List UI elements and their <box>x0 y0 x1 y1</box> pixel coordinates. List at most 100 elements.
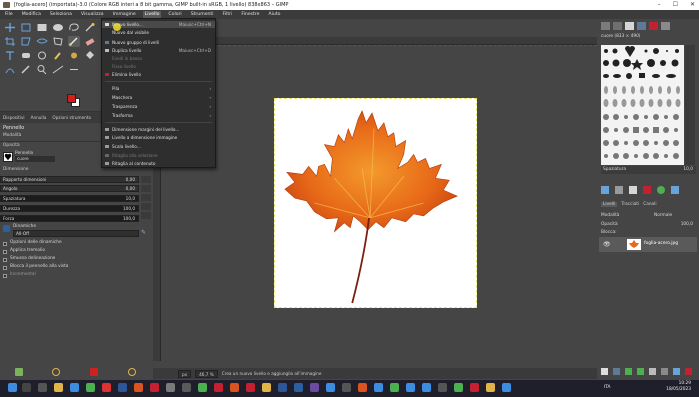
incremental-checkbox[interactable] <box>3 274 7 278</box>
brush-scrollbar[interactable] <box>685 45 695 165</box>
app-icon[interactable] <box>390 383 399 392</box>
palettes-tab-icon[interactable] <box>649 22 658 30</box>
align-tool-icon[interactable] <box>20 22 32 33</box>
brushes-tab-icon[interactable] <box>601 22 610 30</box>
spacing-field[interactable]: Spaziatura 10,0 <box>601 166 696 174</box>
fuzzy-select-icon[interactable] <box>84 22 96 33</box>
fonts-tab-icon[interactable] <box>625 22 634 30</box>
menu-item-layer-boundary-size[interactable]: Dimensione margini del livello... <box>102 126 215 133</box>
eye-icon[interactable]: 👁 <box>603 241 611 248</box>
gegl-tool-icon[interactable] <box>68 64 80 75</box>
new-brush-icon[interactable] <box>615 186 623 194</box>
reset-icon[interactable] <box>141 185 151 192</box>
new-layer-icon[interactable] <box>601 368 608 375</box>
eraser-icon[interactable] <box>84 36 96 47</box>
menu-item-duplicate-layer[interactable]: Duplica livello Maiusc+Ctrl+D <box>102 47 215 54</box>
text-tool-icon[interactable] <box>4 50 16 61</box>
tool-presets-tab-icon[interactable] <box>661 22 670 30</box>
heal-tool-icon[interactable] <box>20 50 32 61</box>
hardness-slider[interactable]: Durezza 100,0 <box>0 205 139 212</box>
smooth-stroke-checkbox[interactable] <box>3 258 7 262</box>
delete-options-icon[interactable] <box>90 368 98 376</box>
app-icon[interactable] <box>406 383 415 392</box>
jitter-checkbox[interactable] <box>3 250 7 254</box>
brush-preview[interactable] <box>3 152 13 162</box>
app-icon[interactable] <box>198 383 207 392</box>
force-slider[interactable]: Forza 100,0 <box>0 215 139 222</box>
explorer-icon[interactable] <box>54 383 63 392</box>
menu-file[interactable]: File <box>3 11 15 18</box>
maximize-icon[interactable]: ☐ <box>673 0 678 10</box>
refresh-brushes-icon[interactable] <box>657 186 665 194</box>
image-canvas[interactable] <box>274 98 477 308</box>
angle-slider[interactable]: Angolo 0,00 <box>0 185 139 192</box>
move-tool-icon[interactable] <box>4 22 16 33</box>
dodge-burn-icon[interactable] <box>68 50 80 61</box>
lasso-icon[interactable] <box>68 22 80 33</box>
tab-opzioni-strumento[interactable]: Opzioni strumento <box>52 115 91 120</box>
reset-icon[interactable] <box>141 212 151 219</box>
start-icon[interactable] <box>8 383 17 392</box>
layer-row[interactable]: 👁 foglia-acero.jpg <box>599 237 697 252</box>
smudge-tool-icon[interactable] <box>52 50 64 61</box>
menu-item-delete-layer[interactable]: Elimina livello <box>102 71 215 78</box>
search-icon[interactable] <box>22 383 31 392</box>
menu-visualizza[interactable]: Visualizza <box>79 11 106 18</box>
tab-dispositivi[interactable]: Dispositivi <box>3 115 25 120</box>
menu-aiuto[interactable]: Aiuto <box>266 11 282 18</box>
layer-opacity-row[interactable]: Opacità 100,0 <box>601 221 696 229</box>
perspective-clone-icon[interactable] <box>36 50 48 61</box>
menu-seleziona[interactable]: Seleziona <box>48 11 74 18</box>
patterns-tab-icon[interactable] <box>613 22 622 30</box>
task-view-icon[interactable] <box>38 383 47 392</box>
raise-layer-icon[interactable] <box>625 368 632 375</box>
clock[interactable]: 10:29 18/05/2023 <box>666 381 691 393</box>
minimize-icon[interactable]: – <box>658 0 661 10</box>
app-icon[interactable] <box>502 383 511 392</box>
pdf-icon[interactable] <box>150 383 159 392</box>
reset-icon[interactable] <box>141 176 151 183</box>
duplicate-brush-icon[interactable] <box>629 186 637 194</box>
app-icon[interactable] <box>326 383 335 392</box>
anchor-layer-icon[interactable] <box>661 368 668 375</box>
gradients-tab-icon[interactable] <box>637 22 646 30</box>
menu-item-scale-layer[interactable]: Scala livello... <box>102 143 215 150</box>
app-icon[interactable] <box>374 383 383 392</box>
new-group-icon[interactable] <box>613 368 620 375</box>
tray-lang[interactable]: ITA <box>604 385 611 390</box>
layer-mode-row[interactable]: Modalità Normale <box>601 212 696 220</box>
app-icon[interactable] <box>102 383 111 392</box>
lock-brush-checkbox[interactable] <box>3 266 7 270</box>
aspect-ratio-slider[interactable]: Rapporto dimensioni 0,00 <box>0 176 139 183</box>
menu-livello[interactable]: Livello <box>142 11 162 18</box>
menu-immagine[interactable]: Immagine <box>111 11 138 18</box>
word-icon[interactable] <box>118 383 127 392</box>
menu-item-mask[interactable]: Maschera › <box>102 94 215 101</box>
delete-layer-icon[interactable] <box>685 368 692 375</box>
app-icon[interactable] <box>230 383 239 392</box>
app-icon[interactable] <box>422 383 431 392</box>
lower-layer-icon[interactable] <box>637 368 644 375</box>
edge-icon[interactable] <box>70 383 79 392</box>
save-options-icon[interactable] <box>15 368 23 376</box>
spacing-slider[interactable]: Spaziatura 10,0 <box>0 195 139 202</box>
app-icon[interactable] <box>214 383 223 392</box>
reset-options-icon[interactable] <box>128 368 136 376</box>
color-picker-icon[interactable] <box>20 64 32 75</box>
app-icon[interactable] <box>310 383 319 392</box>
menu-item-layer-to-image-size[interactable]: Livello a dimensione immagine <box>102 134 215 141</box>
app-icon[interactable] <box>358 383 367 392</box>
menu-item-new-layer-group[interactable]: Nuovo gruppo di livelli <box>102 39 215 46</box>
reset-icon[interactable] <box>141 203 151 210</box>
mask-icon[interactable] <box>673 368 680 375</box>
foreground-color-swatch[interactable] <box>67 94 76 103</box>
brush-name-field[interactable]: cuore <box>15 156 55 162</box>
tab-annulla[interactable]: Annulla <box>31 115 47 120</box>
duplicate-layer-icon[interactable] <box>649 368 656 375</box>
dynamics-icon[interactable] <box>3 225 10 232</box>
app-icon[interactable] <box>342 383 351 392</box>
app-icon[interactable] <box>454 383 463 392</box>
paintbrush-icon[interactable] <box>68 36 80 47</box>
app-icon[interactable] <box>278 383 287 392</box>
tab-tracciati[interactable]: Tracciati <box>621 202 639 207</box>
